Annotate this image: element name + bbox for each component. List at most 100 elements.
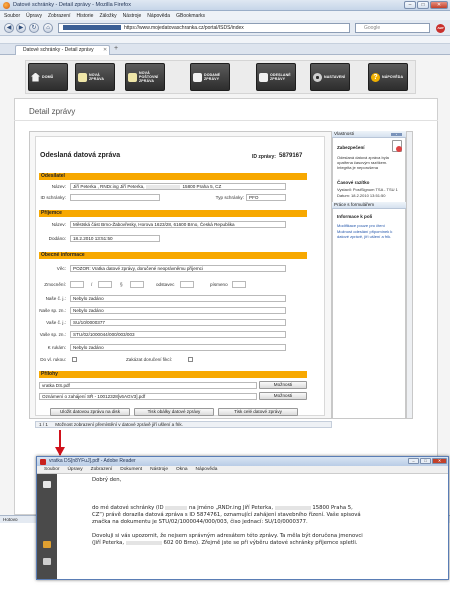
reader-menu-dokument[interactable]: Dokument bbox=[120, 466, 142, 473]
attention-field[interactable]: Nebylo zadáno bbox=[70, 344, 286, 351]
reader-menu-nastroje[interactable]: Nástroje bbox=[150, 466, 168, 473]
authorization-paragraph-field[interactable] bbox=[130, 281, 144, 288]
reader-menu-bar: Soubor Úpravy Zobrazení Dokument Nástroj… bbox=[37, 466, 448, 474]
forward-icon[interactable]: ▶ bbox=[16, 23, 26, 33]
attachment-row[interactable]: Oznámení o zahájení SŘ - 10012328[v6AGV3… bbox=[39, 393, 257, 400]
bookmarks-toolbar bbox=[0, 36, 450, 44]
your-file-value: STU/02/1000044/000/003/003 bbox=[73, 332, 135, 337]
print-envelope-button[interactable]: Tisk obálky datové zprávy bbox=[134, 408, 214, 416]
save-to-disk-button[interactable]: Uložit datovou zprávu na disk bbox=[50, 408, 130, 416]
reload-icon[interactable]: ↻ bbox=[29, 23, 39, 33]
menu-soubor[interactable]: Soubor bbox=[4, 13, 20, 19]
help-icon: ? bbox=[371, 72, 380, 82]
subject-field[interactable]: POZOR: Vratka datové zprávy, doručené ne… bbox=[70, 265, 286, 272]
certificate-icon bbox=[392, 140, 402, 152]
browser-menu-bar: Soubor Úpravy Zobrazení Historie Záložky… bbox=[0, 11, 450, 20]
page-title: Detail zprávy bbox=[29, 107, 76, 116]
reader-minimize-button[interactable]: – bbox=[408, 458, 419, 464]
adblock-icon[interactable]: ABP bbox=[436, 24, 445, 33]
reader-menu-zobrazeni[interactable]: Zobrazení bbox=[91, 466, 113, 473]
our-file-field[interactable]: Nebylo zadáno bbox=[70, 307, 286, 314]
collapse-panel-button[interactable]: » bbox=[391, 133, 402, 136]
reader-title: vratka DS[n8YFuJ].pdf - Adobe Reader bbox=[49, 458, 136, 464]
menu-zalozky[interactable]: Záložky bbox=[99, 13, 116, 19]
attachments-icon[interactable] bbox=[43, 541, 51, 548]
our-ref-field[interactable]: Nebylo zadáno bbox=[70, 295, 286, 302]
attachment-row[interactable]: vratka DS.pdf bbox=[39, 382, 257, 389]
reader-title-bar: vratka DS[n8YFuJ].pdf - Adobe Reader bbox=[37, 457, 448, 466]
form-work-header[interactable]: Práce s formulářem bbox=[332, 202, 406, 209]
letter-fragment: (Jiří Peterka, bbox=[92, 540, 125, 546]
security-title: Zabezpečení bbox=[337, 145, 365, 150]
house-icon bbox=[31, 72, 40, 82]
reader-menu-upravy[interactable]: Úpravy bbox=[67, 466, 82, 473]
back-icon[interactable]: ◀ bbox=[4, 23, 14, 33]
letter-label: písmeno bbox=[210, 282, 228, 287]
sender-id-field[interactable] bbox=[70, 194, 160, 201]
reader-maximize-button[interactable]: □ bbox=[420, 458, 431, 464]
tab-close-icon[interactable]: ✕ bbox=[103, 47, 107, 53]
home-icon[interactable]: ⌂ bbox=[43, 23, 53, 33]
close-window-button[interactable]: ✕ bbox=[430, 1, 448, 9]
comments-link[interactable]: Možnost odeslání připomínek k datové zpr… bbox=[337, 229, 403, 240]
new-tab-icon[interactable]: + bbox=[114, 45, 118, 52]
window-controls: – □ ✕ bbox=[404, 1, 448, 9]
redacted-street bbox=[274, 505, 311, 510]
menu-upravy[interactable]: Úpravy bbox=[26, 13, 42, 19]
reader-menu-okna[interactable]: Okna bbox=[176, 466, 187, 473]
fiction-delivery-label: Zakázat doručení fikcí: bbox=[126, 357, 173, 362]
minimize-button[interactable]: – bbox=[404, 1, 416, 9]
delivered-field[interactable]: 18.2.2010 13:51:50 bbox=[70, 235, 160, 242]
toolbar-outbox-button[interactable]: ODESLANÉ ZPRÁVY bbox=[256, 63, 296, 91]
subsection-field[interactable] bbox=[180, 281, 194, 288]
search-box[interactable]: Google bbox=[355, 23, 430, 33]
outbox-icon bbox=[259, 72, 268, 82]
attachment-options-button[interactable]: Možnosti bbox=[259, 381, 307, 389]
page-thumbnails-icon[interactable] bbox=[43, 481, 51, 488]
toolbar-help-button[interactable]: ? NÁPOVĚDA bbox=[368, 63, 408, 91]
your-file-field[interactable]: STU/02/1000044/000/003/003 bbox=[70, 331, 286, 338]
letter-line: CZ“) právě dorazila datová zpráva s ID 5… bbox=[92, 512, 361, 518]
toolbar-postal-message-button[interactable]: NOVÁ POŠTOVNÍ ZPRÁVA bbox=[125, 63, 165, 91]
letter-field[interactable] bbox=[232, 281, 246, 288]
url-text: https://www.mojedatovaschranka.cz/portal… bbox=[124, 25, 244, 31]
authorization-label: Zmocnění: bbox=[44, 282, 66, 287]
toolbar-label: NOVÁ POŠTOVNÍ ZPRÁVA bbox=[139, 71, 159, 83]
attachment-options-button[interactable]: Možnosti bbox=[259, 392, 307, 400]
reader-menu-soubor[interactable]: Soubor bbox=[44, 466, 59, 473]
toolbar-settings-button[interactable]: NASTAVENÍ bbox=[310, 63, 350, 91]
personal-delivery-label: Do vl. rukou: bbox=[40, 357, 66, 362]
maximize-button[interactable]: □ bbox=[417, 1, 429, 9]
sender-name-label: Název: bbox=[51, 184, 66, 189]
reader-close-button[interactable]: ✕ bbox=[432, 458, 447, 464]
sender-name-field[interactable]: Jiří Peterka , RNDr.ing Jiří Peterka, 158… bbox=[70, 183, 286, 190]
timestamp-date: Datum: 18.2.2010 13:51:50 bbox=[337, 193, 386, 198]
authorization-law-field[interactable] bbox=[70, 281, 84, 288]
message-id-value: 5879167 bbox=[279, 153, 303, 159]
site-identity-badge[interactable] bbox=[63, 25, 121, 31]
tab-detail-zpravy[interactable]: Datové schránky - Detail zprávy bbox=[15, 45, 110, 55]
recipient-name-field[interactable]: Městská část Brno-Žabovřesky, Horova 162… bbox=[70, 221, 286, 228]
menu-zobrazeni[interactable]: Zobrazení bbox=[48, 13, 71, 19]
print-message-button[interactable]: Tisk celé datové zprávy bbox=[218, 408, 298, 416]
browser-title-bar: Datové schránky - Detail zprávy - Mozill… bbox=[0, 0, 450, 11]
redacted-box-id bbox=[165, 505, 188, 510]
form-scrollbar[interactable] bbox=[406, 131, 413, 419]
menu-gbookmarks[interactable]: GBookmarks bbox=[176, 13, 205, 19]
paperclip-icon[interactable] bbox=[43, 558, 51, 565]
recipient-name-label: Název: bbox=[51, 222, 66, 227]
toolbar-inbox-button[interactable]: DODANÉ ZPRÁVY bbox=[190, 63, 230, 91]
your-ref-field[interactable]: SU/10/0000377 bbox=[70, 319, 286, 326]
toolbar-home-button[interactable]: DOMŮ bbox=[28, 63, 68, 91]
toolbar-new-message-button[interactable]: NOVÁ ZPRÁVA bbox=[75, 63, 115, 91]
sender-type-field[interactable]: PFO bbox=[246, 194, 286, 201]
personal-delivery-checkbox[interactable] bbox=[72, 357, 77, 362]
authorization-year-field[interactable] bbox=[98, 281, 112, 288]
address-bar[interactable]: https://www.mojedatovaschranka.cz/portal… bbox=[58, 23, 350, 33]
menu-nastroje[interactable]: Nástroje bbox=[123, 13, 142, 19]
letter-line: značka na dokumentu je STU/02/1000044/00… bbox=[92, 519, 308, 525]
fiction-delivery-checkbox[interactable] bbox=[188, 357, 193, 362]
reader-menu-napoveda[interactable]: Nápověda bbox=[196, 466, 218, 473]
menu-historie[interactable]: Historie bbox=[76, 13, 93, 19]
menu-napoveda[interactable]: Nápověda bbox=[147, 13, 170, 19]
